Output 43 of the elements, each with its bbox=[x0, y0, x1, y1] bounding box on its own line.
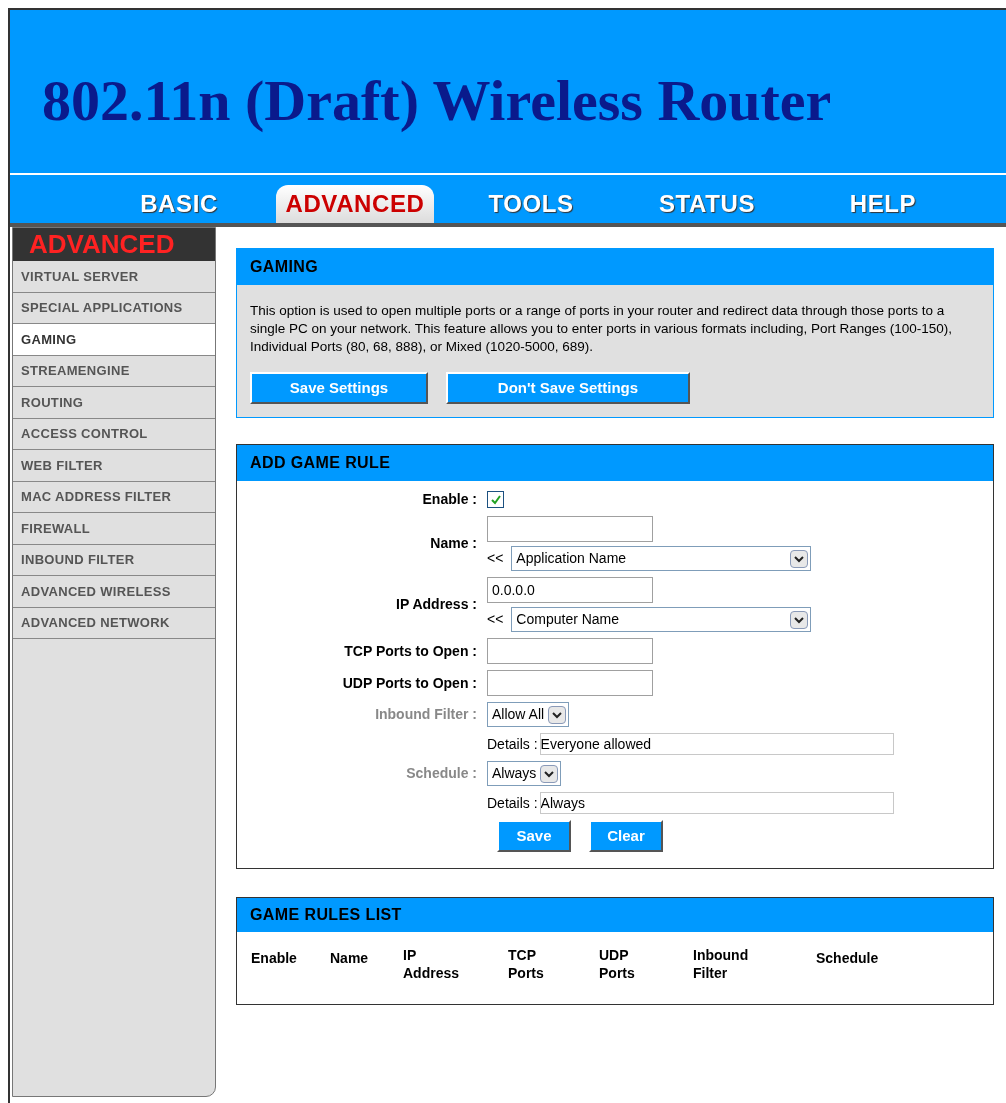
panel-header: GAME RULES LIST bbox=[237, 898, 993, 932]
action-button[interactable]: Save bbox=[497, 820, 571, 852]
field-label: Schedule : bbox=[406, 764, 477, 783]
nav-tab[interactable]: BASIC bbox=[100, 185, 258, 223]
nav-tab[interactable]: STATUS bbox=[628, 185, 786, 223]
panel-header: GAMING bbox=[237, 249, 993, 285]
field-label: UDP Ports to Open : bbox=[342, 673, 477, 693]
field-label: Inbound Filter : bbox=[375, 705, 477, 724]
sidebar-heading: ADVANCED bbox=[13, 228, 215, 261]
column-header: IP Address bbox=[403, 946, 459, 982]
column-header: Enable bbox=[251, 949, 297, 967]
column-header: Name bbox=[330, 949, 369, 967]
column-header: Schedule bbox=[816, 949, 879, 967]
nav-tab[interactable]: TOOLS bbox=[452, 185, 610, 223]
field-label: Enable : bbox=[422, 490, 477, 509]
panel-header: ADD GAME RULE bbox=[237, 445, 993, 481]
nav-tab[interactable]: ADVANCED bbox=[276, 185, 434, 223]
text-field[interactable] bbox=[487, 516, 653, 542]
action-button[interactable]: Don't Save Settings bbox=[446, 372, 690, 404]
action-button[interactable]: Save Settings bbox=[250, 372, 428, 404]
field-label: IP Address : bbox=[396, 595, 477, 614]
description-text: This option is used to open multiple ports or a range of ports in your router and redirect data through those ports to a single PC on your network. This feature allows you to enter ports in various formats including, Port Ranges (100-150), Individual Ports (80, 68, 888), or Mixed (1020-5000, 689). bbox=[249, 302, 954, 356]
details-label: Details : bbox=[487, 734, 538, 754]
details-field[interactable]: Everyone allowed bbox=[539, 733, 894, 755]
select-field[interactable]: Computer Name bbox=[511, 607, 812, 632]
copy-arrows: << bbox=[487, 549, 504, 568]
text-field[interactable]: 0.0.0.0 bbox=[487, 577, 653, 603]
details-label: Details : bbox=[487, 793, 538, 813]
select-field[interactable]: Application Name bbox=[511, 546, 812, 571]
field-label: TCP Ports to Open : bbox=[344, 641, 477, 661]
column-header: UDP Ports bbox=[599, 946, 635, 982]
page-title: 802.11n (Draft) Wireless Router bbox=[42, 67, 832, 135]
sidebar-item[interactable]: GAMING bbox=[13, 324, 215, 356]
details-field[interactable]: Always bbox=[539, 792, 894, 814]
action-button[interactable]: Clear bbox=[589, 820, 663, 852]
enable-checkbox[interactable] bbox=[487, 491, 504, 508]
nav-tab[interactable]: HELP bbox=[804, 185, 962, 223]
column-header: Inbound Filter bbox=[693, 946, 749, 982]
text-field[interactable] bbox=[487, 638, 653, 664]
field-label: Name : bbox=[430, 534, 477, 553]
column-header: TCP Ports bbox=[508, 946, 544, 982]
text-field[interactable] bbox=[487, 670, 653, 696]
copy-arrows: << bbox=[487, 610, 504, 629]
